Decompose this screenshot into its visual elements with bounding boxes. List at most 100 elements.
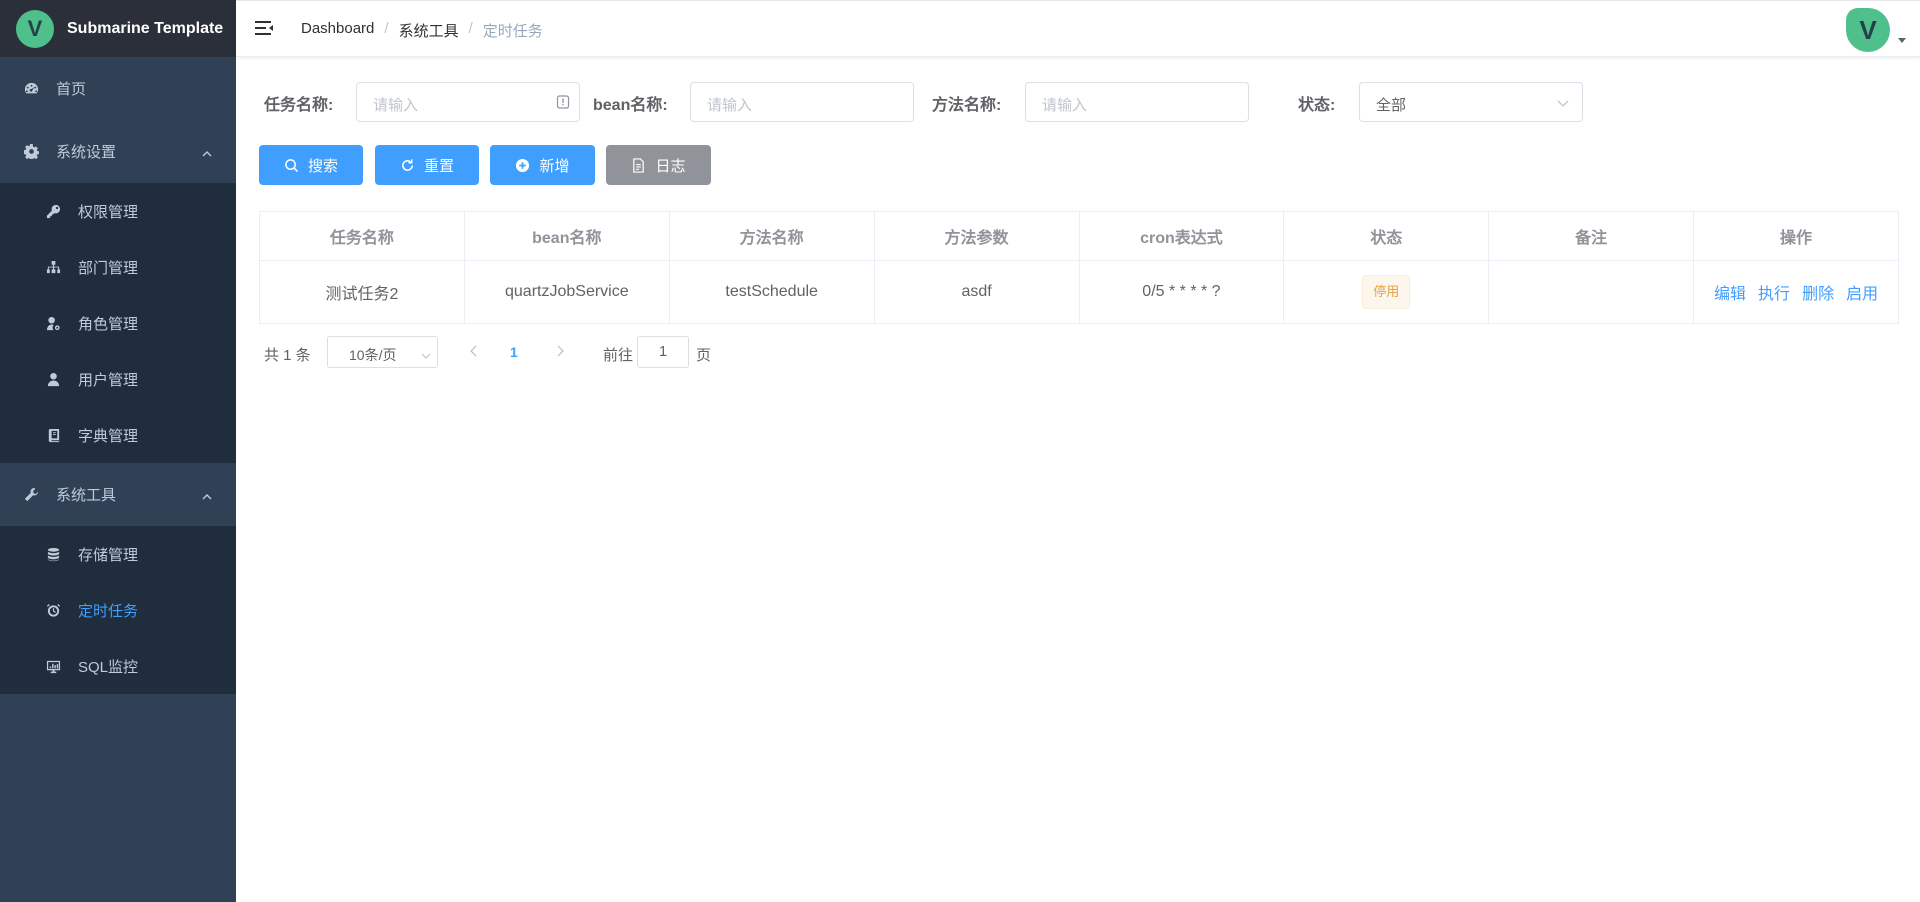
hamburger-icon[interactable] (254, 18, 274, 38)
avatar[interactable]: V (1846, 8, 1890, 52)
sidebar-item-scheduled-tasks[interactable]: 定时任务 (0, 582, 236, 638)
sidebar-item-permissions[interactable]: 权限管理 (0, 183, 236, 239)
cell-method-name: testSchedule (668, 260, 875, 324)
table-header-row: 任务名称 bean名称 方法名称 方法参数 cron表达式 状态 备注 操作 (259, 211, 1899, 261)
cell-status: 停用 (1283, 260, 1490, 324)
page-unit-label: 页 (696, 347, 712, 364)
method-name-label: 方法名称: (932, 97, 1002, 114)
document-icon (633, 157, 645, 173)
sidebar-item-label: 定时任务 (78, 602, 139, 620)
page-size-value: 10条/页 (349, 347, 397, 363)
job-name-input[interactable]: 请输入 (356, 82, 580, 122)
logo-icon: V (16, 9, 54, 48)
sidebar-item-dictionary[interactable]: 字典管理 (0, 407, 236, 463)
delete-link[interactable]: 删除 (1802, 286, 1834, 303)
column-header-actions: 操作 (1693, 211, 1899, 261)
refresh-icon (402, 158, 413, 171)
sidebar-group-label: 系统工具 (56, 487, 117, 504)
bean-name-label: bean名称: (593, 97, 668, 114)
sidebar-item-home[interactable]: 首页 (0, 57, 236, 120)
search-button[interactable]: 搜索 (259, 145, 363, 185)
sidebar: V Submarine Template 首页 系统设置 权限管理 部门管理 角… (0, 0, 236, 902)
status-select-value: 全部 (1376, 97, 1407, 114)
cell-bean-name: quartzJobService (463, 260, 670, 324)
column-header-job-name: 任务名称 (259, 211, 465, 261)
sidebar-item-sql-monitor[interactable]: SQL监控 (0, 638, 236, 694)
input-clear-icon (556, 95, 570, 109)
job-name-placeholder: 请输入 (373, 97, 419, 114)
sidebar-item-departments[interactable]: 部门管理 (0, 239, 236, 295)
column-header-bean-name: bean名称 (463, 211, 670, 261)
page-number[interactable]: 1 (510, 344, 518, 360)
sidebar-group-tools[interactable]: 系统工具 (0, 463, 236, 526)
submenu-tools: 存储管理 定时任务 SQL监控 (0, 526, 236, 694)
logo[interactable]: V Submarine Template (0, 0, 236, 57)
add-button[interactable]: 新增 (490, 145, 595, 185)
app-title: Submarine Template (67, 19, 224, 37)
sidebar-item-label: 部门管理 (78, 259, 139, 277)
sidebar-group-label: 系统设置 (56, 144, 117, 161)
log-button[interactable]: 日志 (606, 145, 711, 185)
page-size-select[interactable]: 10条/页 (327, 336, 438, 368)
column-header-remark: 备注 (1488, 211, 1695, 261)
edit-link[interactable]: 编辑 (1714, 286, 1746, 303)
chevron-up-icon (202, 146, 212, 157)
chevron-down-icon (421, 348, 431, 359)
org-tree-icon (44, 260, 62, 275)
jobs-table: 任务名称 bean名称 方法名称 方法参数 cron表达式 状态 备注 操作 测… (259, 211, 1899, 324)
user-settings-icon (44, 316, 62, 331)
key-icon (44, 204, 62, 219)
reset-button-label: 重置 (423, 157, 454, 175)
pagination-total: 共 1 条 (264, 347, 311, 364)
prev-page-icon[interactable] (468, 344, 480, 358)
status-label: 状态: (1298, 97, 1336, 114)
sidebar-group-settings[interactable]: 系统设置 (0, 120, 236, 183)
method-name-placeholder: 请输入 (1042, 97, 1088, 114)
sidebar-item-label: SQL监控 (78, 658, 139, 676)
breadcrumb-separator: / (468, 20, 473, 37)
breadcrumb: Dashboard / 系统工具 / 定时任务 (301, 20, 543, 41)
column-header-method-name: 方法名称 (668, 211, 875, 261)
add-button-label: 新增 (539, 157, 570, 175)
sidebar-item-label: 首页 (56, 81, 87, 98)
bean-name-placeholder: 请输入 (707, 97, 753, 114)
column-header-params: 方法参数 (873, 211, 1080, 261)
sidebar-item-roles[interactable]: 角色管理 (0, 295, 236, 351)
dictionary-icon (44, 428, 62, 443)
monitor-chart-icon (44, 659, 62, 674)
job-name-label: 任务名称: (264, 97, 334, 114)
sidebar-item-label: 角色管理 (78, 315, 139, 333)
caret-down-icon[interactable] (1898, 38, 1906, 43)
sidebar-item-label: 权限管理 (78, 203, 139, 221)
method-name-input[interactable]: 请输入 (1025, 82, 1249, 122)
breadcrumb-current: 定时任务 (482, 23, 543, 40)
submenu-settings: 权限管理 部门管理 角色管理 用户管理 字典管理 (0, 183, 236, 463)
wrench-icon (22, 487, 40, 502)
database-icon (44, 547, 62, 562)
breadcrumb-item[interactable]: Dashboard (301, 20, 374, 41)
dashboard-icon (22, 81, 40, 96)
log-button-label: 日志 (655, 157, 686, 175)
user-icon (44, 372, 62, 387)
alarm-clock-icon (44, 603, 62, 618)
cell-actions: 编辑 执行 删除 启用 (1693, 260, 1899, 324)
enable-link[interactable]: 启用 (1846, 286, 1878, 303)
sidebar-item-storage[interactable]: 存储管理 (0, 526, 236, 582)
cell-params: asdf (873, 260, 1080, 324)
search-button-label: 搜索 (307, 157, 338, 175)
sidebar-item-label: 字典管理 (78, 427, 139, 445)
execute-link[interactable]: 执行 (1758, 286, 1790, 303)
next-page-icon[interactable] (554, 344, 566, 358)
bean-name-input[interactable]: 请输入 (690, 82, 914, 122)
navbar: Dashboard / 系统工具 / 定时任务 V (236, 0, 1920, 57)
breadcrumb-item[interactable]: 系统工具 (399, 20, 459, 41)
gear-icon (22, 144, 40, 159)
table-row: 测试任务2 quartzJobService testSchedule asdf… (259, 260, 1899, 324)
column-header-cron: cron表达式 (1078, 211, 1285, 261)
goto-page-input[interactable]: 1 (637, 336, 689, 368)
sidebar-item-users[interactable]: 用户管理 (0, 351, 236, 407)
sidebar-item-label: 存储管理 (78, 546, 139, 564)
status-select[interactable]: 全部 (1359, 82, 1583, 122)
column-header-status: 状态 (1283, 211, 1490, 261)
reset-button[interactable]: 重置 (375, 145, 479, 185)
